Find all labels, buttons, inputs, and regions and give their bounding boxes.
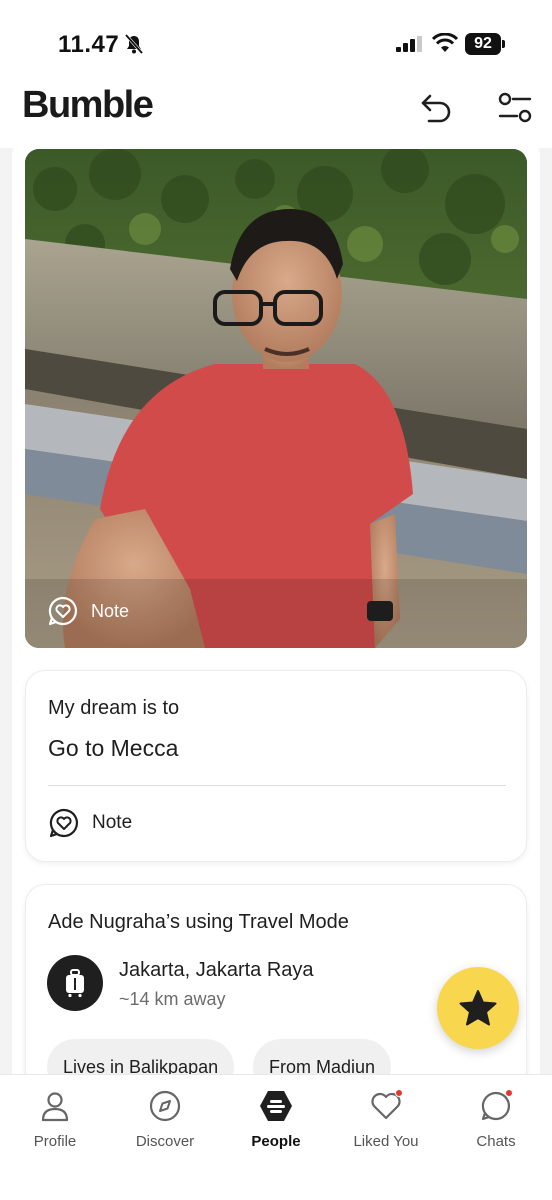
compass-icon xyxy=(148,1089,182,1123)
tab-people[interactable]: People xyxy=(221,1089,331,1150)
prompt-divider xyxy=(48,785,506,786)
status-bar: 11.47 92 xyxy=(0,0,552,80)
bumble-hexagon-icon xyxy=(259,1089,293,1123)
tab-chats[interactable]: Chats xyxy=(441,1089,551,1150)
travel-distance: ~14 km away xyxy=(119,989,226,1009)
chip-lives-in: Lives in Balikpapan xyxy=(47,1039,235,1074)
chat-bubble-icon xyxy=(479,1089,513,1123)
status-time: 11.47 xyxy=(58,31,120,58)
heart-icon xyxy=(369,1089,403,1123)
prompt-note-button[interactable]: Note xyxy=(48,807,132,839)
filter-settings-icon xyxy=(498,92,532,123)
tab-liked-you-label: Liked You xyxy=(353,1133,419,1150)
suitcase-icon xyxy=(47,955,103,1011)
travel-city: Jakarta, Jakarta Raya xyxy=(119,959,314,981)
undo-button[interactable] xyxy=(418,88,456,126)
person-icon xyxy=(38,1089,72,1123)
tab-liked-you[interactable]: Liked You xyxy=(331,1089,441,1150)
battery-indicator: 92 xyxy=(465,33,501,55)
note-heart-icon xyxy=(49,808,79,838)
tab-discover-label: Discover xyxy=(135,1133,195,1150)
travel-mode-title: Ade Nugraha’s using Travel Mode xyxy=(48,911,349,933)
prompt-question: My dream is to xyxy=(48,697,180,719)
liked-you-badge xyxy=(395,1089,403,1097)
tab-chats-label: Chats xyxy=(476,1133,516,1150)
battery-tip xyxy=(502,40,505,48)
cellular-signal-icon xyxy=(396,36,424,57)
tab-discover[interactable]: Discover xyxy=(110,1089,220,1150)
undo-icon xyxy=(421,94,451,123)
tab-profile[interactable]: Profile xyxy=(0,1089,110,1150)
tab-profile-label: Profile xyxy=(33,1133,77,1150)
photo-note-label: Note xyxy=(91,600,130,621)
bottom-tab-bar: Profile Discover People Liked You Chats xyxy=(0,1074,552,1200)
prompt-note-label: Note xyxy=(92,812,133,833)
photo-note-button[interactable]: Note xyxy=(47,595,129,627)
superswipe-button[interactable] xyxy=(437,967,519,1049)
filter-button[interactable] xyxy=(496,90,534,128)
prompt-card: My dream is to Go to Mecca Note xyxy=(25,670,527,862)
app-logo: Bumble xyxy=(22,84,154,126)
note-heart-icon xyxy=(48,596,78,626)
profile-scroll-area[interactable]: Note My dream is to Go to Mecca Note Ade… xyxy=(0,148,552,1074)
wifi-icon xyxy=(431,32,459,58)
profile-photo[interactable]: Note xyxy=(25,149,527,648)
star-icon xyxy=(459,990,497,1026)
chip-from: From Madiun xyxy=(253,1039,392,1074)
app-header: Bumble xyxy=(0,80,552,148)
prompt-answer: Go to Mecca xyxy=(48,735,179,761)
bell-off-icon xyxy=(123,33,145,60)
tab-people-label: People xyxy=(251,1133,301,1150)
chats-badge xyxy=(505,1089,513,1097)
